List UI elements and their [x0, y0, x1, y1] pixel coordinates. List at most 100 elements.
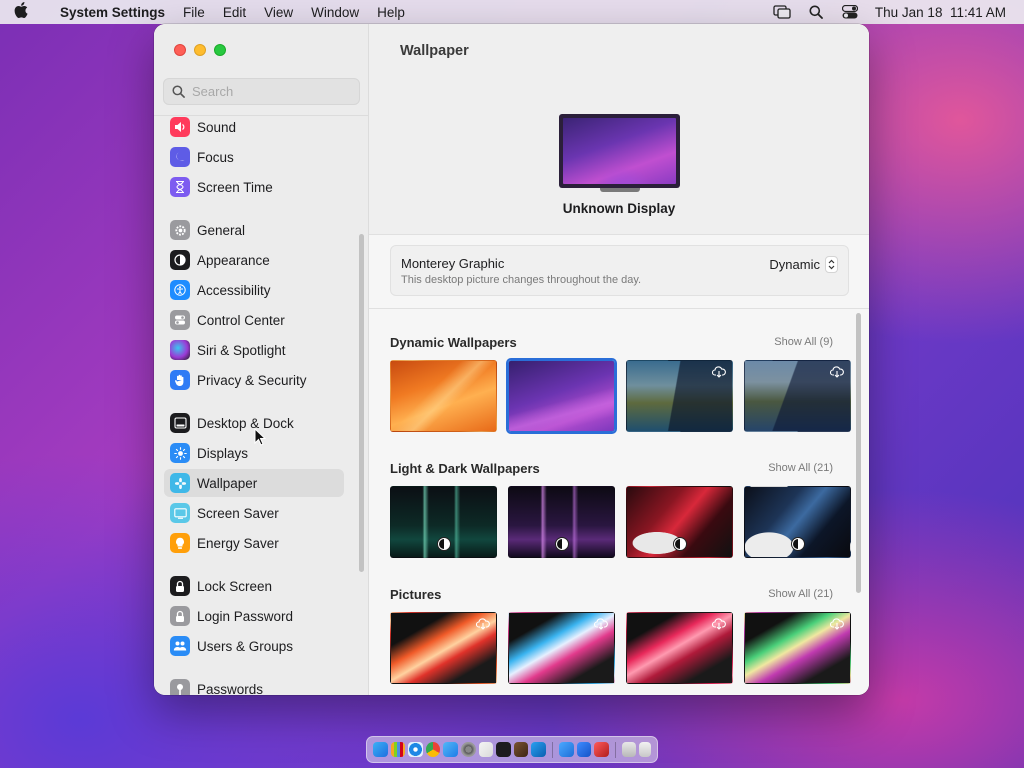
download-cloud-icon[interactable]: [712, 366, 726, 378]
section-light-dark-title: Light & Dark Wallpapers: [390, 461, 540, 476]
padlock-icon: [170, 606, 190, 626]
notes-icon[interactable]: [478, 742, 494, 757]
downloads-stack-icon[interactable]: [621, 742, 637, 757]
script-editor-icon[interactable]: [513, 742, 529, 757]
sidebar-item-general[interactable]: General: [164, 216, 344, 244]
trash-icon[interactable]: [639, 742, 651, 757]
sidebar-item-label: Siri & Spotlight: [197, 342, 286, 358]
light-dark-icon: [555, 537, 569, 551]
screen-mirroring-icon[interactable]: [773, 5, 791, 19]
sidebar-item-sound[interactable]: Sound: [164, 116, 344, 141]
wallpaper-thumb-macos-blue[interactable]: [744, 486, 851, 558]
wallpaper-preview: [563, 118, 676, 184]
system-settings-dock-icon[interactable]: [460, 742, 476, 757]
search-input[interactable]: [192, 84, 352, 99]
dock-separator: [551, 741, 553, 758]
terminal-icon[interactable]: [496, 742, 511, 757]
system-settings-window: Sound Focus Screen Time General Appearan…: [154, 24, 869, 695]
sidebar-item-screen-saver[interactable]: Screen Saver: [164, 499, 344, 527]
users-icon: [170, 636, 190, 656]
sidebar-item-lock-screen[interactable]: Lock Screen: [164, 572, 344, 600]
spotlight-search-icon[interactable]: [807, 5, 825, 19]
sidebar-item-label: Sound: [197, 119, 237, 135]
sidebar-item-label: Focus: [197, 149, 234, 165]
sidebar-item-siri-spotlight[interactable]: Siri & Spotlight: [164, 336, 344, 364]
chevron-updown-icon: [825, 256, 838, 273]
menu-edit[interactable]: Edit: [214, 5, 255, 20]
sidebar-item-accessibility[interactable]: Accessibility: [164, 276, 344, 304]
minimize-button[interactable]: [194, 44, 206, 56]
wallpaper-thumb-monterey-graphic[interactable]: [506, 358, 617, 434]
sidebar-item-appearance[interactable]: Appearance: [164, 246, 344, 274]
sidebar-list: Sound Focus Screen Time General Appearan…: [154, 116, 369, 695]
wallpaper-thumb-picture-orange[interactable]: [390, 612, 497, 684]
screensaver-icon: [170, 503, 190, 523]
control-center-icon[interactable]: [841, 5, 859, 19]
wallpaper-thumb-catalina-island[interactable]: [744, 360, 851, 432]
app-icon[interactable]: [594, 742, 609, 757]
gear-icon: [170, 220, 190, 240]
accessibility-icon: [170, 280, 190, 300]
current-wallpaper-description: This desktop picture changes throughout …: [401, 274, 642, 286]
wallpaper-thumb-macos-green[interactable]: [390, 486, 497, 558]
wallpaper-thumb-catalina-coast[interactable]: [626, 360, 733, 432]
wallpaper-thumb-macos-red[interactable]: [626, 486, 733, 558]
vscode-icon[interactable]: [531, 742, 546, 757]
main-scrollbar[interactable]: [856, 313, 861, 593]
sidebar-item-label: Screen Saver: [197, 505, 279, 521]
menu-app-name[interactable]: System Settings: [56, 5, 174, 20]
sidebar-item-screen-time[interactable]: Screen Time: [164, 173, 344, 201]
wallpaper-thumb-picture-blue[interactable]: [508, 612, 615, 684]
sidebar-item-label: Energy Saver: [197, 535, 279, 551]
app-store-icon[interactable]: [443, 742, 458, 757]
xcode-icon[interactable]: [576, 742, 592, 757]
moon-icon: [170, 147, 190, 167]
screen-sharing-icon[interactable]: [558, 742, 574, 757]
download-cloud-icon[interactable]: [830, 366, 844, 378]
download-cloud-icon[interactable]: [594, 618, 608, 630]
sidebar-scrollbar[interactable]: [359, 234, 364, 572]
menu-window[interactable]: Window: [302, 5, 368, 20]
show-all-dynamic-button[interactable]: Show All (9): [774, 336, 833, 348]
sidebar-item-label: Desktop & Dock: [197, 415, 294, 431]
sidebar-item-users-groups[interactable]: Users & Groups: [164, 632, 344, 660]
sidebar-item-control-center[interactable]: Control Center: [164, 306, 344, 334]
wallpaper-thumb-ventura[interactable]: [390, 360, 497, 432]
sidebar-item-label: Privacy & Security: [197, 372, 307, 388]
dock: [366, 736, 658, 763]
sidebar-item-energy-saver[interactable]: Energy Saver: [164, 529, 344, 557]
menubar-clock[interactable]: Thu Jan 18 11:41 AM: [875, 5, 1006, 20]
sidebar-item-login-password[interactable]: Login Password: [164, 602, 344, 630]
download-cloud-icon[interactable]: [830, 618, 844, 630]
finder-icon[interactable]: [373, 742, 388, 757]
hand-icon: [170, 370, 190, 390]
sidebar: Sound Focus Screen Time General Appearan…: [154, 24, 369, 695]
wallpaper-thumb-macos-purple[interactable]: [508, 486, 615, 558]
safari-icon[interactable]: [408, 742, 423, 757]
sidebar-item-focus[interactable]: Focus: [164, 143, 344, 171]
close-button[interactable]: [174, 44, 186, 56]
appearance-mode-popup[interactable]: Dynamic: [769, 256, 838, 273]
show-all-pictures-button[interactable]: Show All (21): [768, 588, 833, 600]
sidebar-item-wallpaper[interactable]: Wallpaper: [164, 469, 344, 497]
chrome-icon[interactable]: [425, 742, 441, 757]
sidebar-item-label: Wallpaper: [197, 475, 258, 491]
sidebar-search[interactable]: [163, 78, 360, 105]
launchpad-icon[interactable]: [390, 742, 406, 757]
zoom-button[interactable]: [214, 44, 226, 56]
menu-view[interactable]: View: [255, 5, 302, 20]
menu-help[interactable]: Help: [368, 5, 414, 20]
menu-file[interactable]: File: [174, 5, 214, 20]
apple-menu-icon[interactable]: [14, 2, 40, 22]
wallpaper-thumb-picture-green[interactable]: [744, 612, 851, 684]
show-all-light-dark-button[interactable]: Show All (21): [768, 462, 833, 474]
current-wallpaper-card: Monterey Graphic This desktop picture ch…: [390, 245, 849, 296]
section-dynamic-title: Dynamic Wallpapers: [390, 335, 517, 350]
download-cloud-icon[interactable]: [712, 618, 726, 630]
wallpaper-thumb-picture-pink[interactable]: [626, 612, 733, 684]
sidebar-item-privacy-security[interactable]: Privacy & Security: [164, 366, 344, 394]
download-cloud-icon[interactable]: [476, 618, 490, 630]
bulb-icon: [170, 533, 190, 553]
lock-icon: [170, 576, 190, 596]
sidebar-item-passwords[interactable]: Passwords: [164, 675, 344, 695]
